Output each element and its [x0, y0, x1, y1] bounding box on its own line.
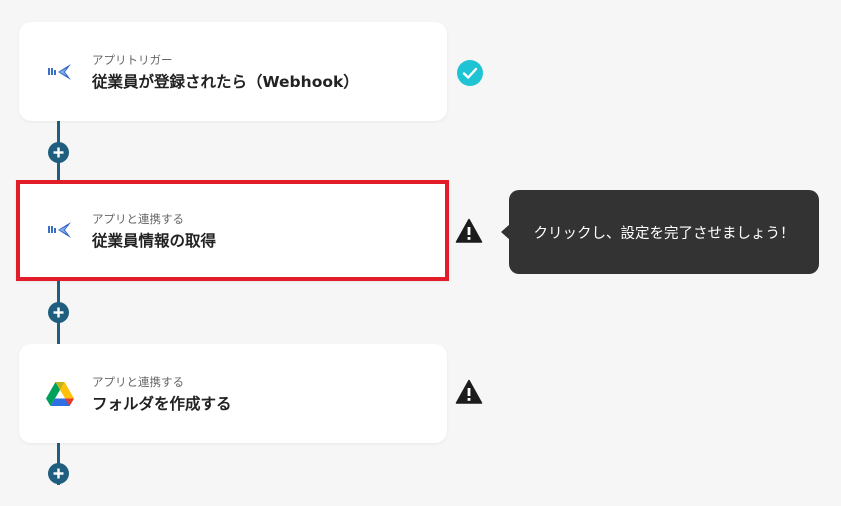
employee-app-icon [48, 64, 71, 80]
employee-app-icon [48, 222, 71, 238]
step-title: フォルダを作成する [92, 395, 232, 413]
flow-step-get-employee-info[interactable]: アプリと連携する 従業員情報の取得 [16, 180, 449, 281]
add-step-button[interactable] [48, 302, 69, 323]
step-title: 従業員が登録されたら（Webhook） [92, 73, 359, 91]
warning-icon [455, 218, 483, 243]
flow-step-trigger[interactable]: アプリトリガー 従業員が登録されたら（Webhook） [19, 22, 447, 121]
add-step-button[interactable] [48, 142, 69, 163]
plus-icon [53, 147, 64, 158]
google-drive-icon [46, 382, 74, 406]
setup-tooltip: クリックし、設定を完了させましょう！ [509, 190, 819, 274]
step-type-label: アプリトリガー [92, 53, 173, 67]
plus-icon [53, 468, 64, 479]
flow-step-create-folder[interactable]: アプリと連携する フォルダを作成する [19, 344, 447, 443]
check-icon [457, 60, 483, 86]
add-step-button[interactable] [48, 463, 69, 484]
step-type-label: アプリと連携する [92, 375, 184, 389]
warning-icon [455, 379, 483, 404]
tooltip-text: クリックし、設定を完了させましょう！ [533, 225, 795, 242]
step-type-label: アプリと連携する [92, 212, 184, 226]
plus-icon [53, 307, 64, 318]
step-title: 従業員情報の取得 [92, 232, 217, 250]
